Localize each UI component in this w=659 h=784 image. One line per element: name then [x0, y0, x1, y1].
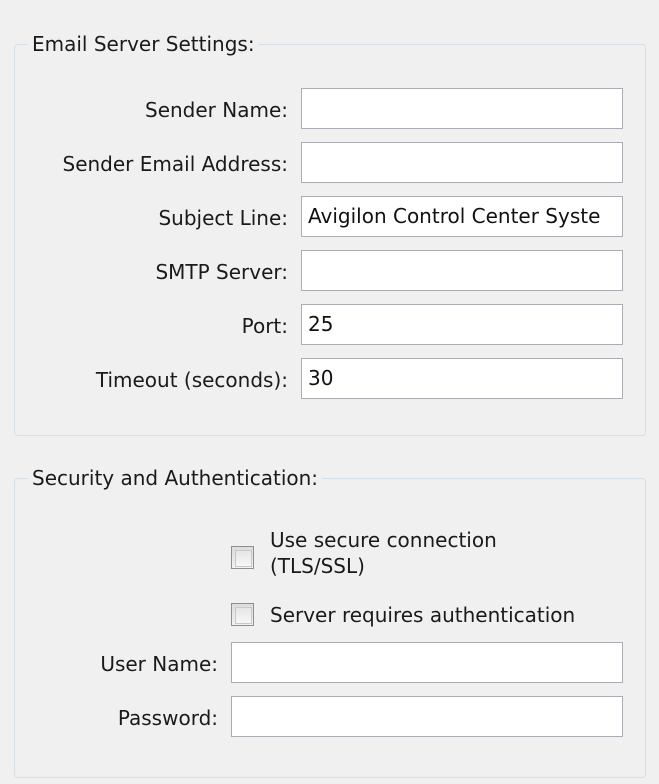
email-server-settings-title: Email Server Settings: [28, 32, 259, 56]
subject-line-label: Subject Line: [158, 206, 288, 230]
subject-line-field[interactable]: Avigilon Control Center Syste [301, 196, 623, 237]
sender-name-field[interactable] [301, 88, 623, 129]
sender-email-address-label: Sender Email Address: [62, 152, 289, 176]
sender-name-label: Sender Name: [145, 98, 288, 122]
use-secure-connection-label-line1: Use secure connection [270, 528, 497, 552]
sender-email-address-field[interactable] [301, 142, 623, 183]
timeout-seconds-field[interactable]: 30 [301, 358, 623, 399]
password-label: Password: [117, 706, 218, 730]
server-requires-authentication-label[interactable]: Server requires authentication [270, 602, 575, 628]
password-field[interactable] [231, 696, 623, 737]
server-requires-authentication-checkbox[interactable] [231, 603, 254, 626]
use-secure-connection-label[interactable]: Use secure connection (TLS/SSL) [270, 527, 497, 579]
port-field[interactable]: 25 [301, 304, 623, 345]
user-name-field[interactable] [231, 642, 623, 683]
security-authentication-title: Security and Authentication: [28, 466, 323, 490]
use-secure-connection-label-line2: (TLS/SSL) [270, 554, 365, 578]
user-name-label: User Name: [100, 652, 218, 676]
timeout-seconds-label: Timeout (seconds): [95, 368, 288, 392]
port-label: Port: [241, 314, 288, 338]
smtp-server-field[interactable] [301, 250, 623, 291]
smtp-server-label: SMTP Server: [155, 260, 288, 284]
use-secure-connection-checkbox[interactable] [231, 546, 254, 569]
